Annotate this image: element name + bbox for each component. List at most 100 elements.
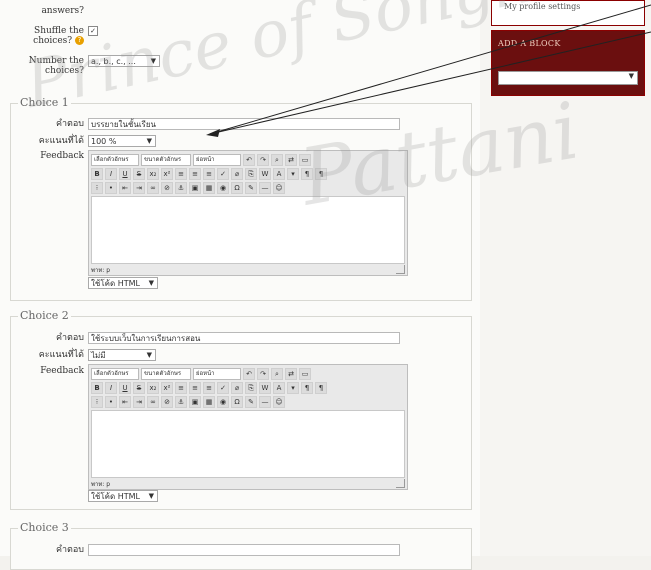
help-icon[interactable]: ? xyxy=(75,36,84,45)
outdent-icon[interactable]: ⇤ xyxy=(119,395,131,408)
undo-icon[interactable]: ↶ xyxy=(243,153,255,166)
page: answers? Shuffle the choices? ? ✓ Number… xyxy=(0,0,651,570)
choice-2-grade-label: คะแนนที่ได้ xyxy=(38,350,84,360)
bold-icon[interactable]: B xyxy=(91,167,103,180)
paste-icon[interactable]: ⎘ xyxy=(245,167,257,180)
link-icon[interactable]: ∞ xyxy=(147,181,159,194)
add-block-select[interactable]: ▼ xyxy=(498,71,638,85)
spellcheck-icon[interactable]: ✎ xyxy=(245,181,257,194)
replace-icon[interactable]: ⇄ xyxy=(285,153,297,166)
paste-word-icon[interactable]: W xyxy=(259,381,271,394)
unlink-icon[interactable]: ⊘ xyxy=(161,181,173,194)
choice-2-grade-select[interactable]: ไม่มี ▼ xyxy=(88,349,156,361)
special-char-icon[interactable]: Ω xyxy=(231,181,243,194)
numbered-list-icon[interactable]: ⁝ xyxy=(91,181,103,194)
superscript-icon[interactable]: x² xyxy=(161,167,173,180)
italic-icon[interactable]: I xyxy=(105,167,117,180)
bold-icon[interactable]: B xyxy=(91,381,103,394)
cleanup-icon[interactable]: ⌀ xyxy=(231,167,243,180)
replace-icon[interactable]: ⇄ xyxy=(285,367,297,380)
emoticon-icon[interactable]: ☺ xyxy=(273,181,285,194)
image-icon[interactable]: ▣ xyxy=(189,395,201,408)
find-icon[interactable]: ⌕ xyxy=(271,367,283,380)
anchor-icon[interactable]: ⚓ xyxy=(175,181,187,194)
font-family-select[interactable]: เลือกตัวอักษร xyxy=(91,153,139,166)
superscript-icon[interactable]: x² xyxy=(161,381,173,394)
choice-2-feedback-editor-area[interactable] xyxy=(91,410,405,478)
anchor-icon[interactable]: ⚓ xyxy=(175,395,187,408)
font-size-select[interactable]: ขนาดตัวอักษร xyxy=(141,153,191,166)
strikethrough-icon[interactable]: S xyxy=(133,381,145,394)
table-icon[interactable]: ▦ xyxy=(203,395,215,408)
align-left-icon[interactable]: ≡ xyxy=(175,381,187,394)
choice-1-answer-input[interactable]: บรรยายในชั้นเรียน xyxy=(88,118,400,130)
bg-color-icon[interactable]: ▾ xyxy=(287,167,299,180)
clean-icon[interactable]: ✓ xyxy=(217,381,229,394)
ltr-icon[interactable]: ¶ xyxy=(301,167,313,180)
bullet-list-icon[interactable]: • xyxy=(105,395,117,408)
image-icon[interactable]: ▣ xyxy=(189,181,201,194)
unlink-icon[interactable]: ⊘ xyxy=(161,395,173,408)
fullscreen-icon[interactable]: ▭ xyxy=(299,367,311,380)
choice-1-grade-select[interactable]: 100 % ▼ xyxy=(88,135,156,147)
media-icon[interactable]: ◉ xyxy=(217,181,229,194)
choice-1-format-select[interactable]: ใช้โค้ด HTML ▼ xyxy=(88,277,158,289)
emoticon-icon[interactable]: ☺ xyxy=(273,395,285,408)
redo-icon[interactable]: ↷ xyxy=(257,367,269,380)
text-color-icon[interactable]: A xyxy=(273,167,285,180)
indent-icon[interactable]: ⇥ xyxy=(133,181,145,194)
cleanup-icon[interactable]: ⌀ xyxy=(231,381,243,394)
underline-icon[interactable]: U xyxy=(119,381,131,394)
choice-2-answer-input[interactable]: ใช้ระบบเว็บในการเรียนการสอน xyxy=(88,332,400,344)
paste-word-icon[interactable]: W xyxy=(259,167,271,180)
text-color-icon[interactable]: A xyxy=(273,381,285,394)
align-right-icon[interactable]: ≡ xyxy=(203,167,215,180)
outdent-icon[interactable]: ⇤ xyxy=(119,181,131,194)
link-icon[interactable]: ∞ xyxy=(147,395,159,408)
find-icon[interactable]: ⌕ xyxy=(271,153,283,166)
choice-3-answer-input[interactable] xyxy=(88,544,400,556)
underline-icon[interactable]: U xyxy=(119,167,131,180)
fullscreen-icon[interactable]: ▭ xyxy=(299,153,311,166)
italic-icon[interactable]: I xyxy=(105,381,117,394)
special-char-icon[interactable]: Ω xyxy=(231,395,243,408)
media-icon[interactable]: ◉ xyxy=(217,395,229,408)
nolink-icon[interactable]: — xyxy=(259,395,271,408)
redo-icon[interactable]: ↷ xyxy=(257,153,269,166)
choice-2-format-select[interactable]: ใช้โค้ด HTML ▼ xyxy=(88,490,158,502)
shuffle-checkbox[interactable]: ✓ xyxy=(88,26,98,37)
ltr-icon[interactable]: ¶ xyxy=(301,381,313,394)
clean-icon[interactable]: ✓ xyxy=(217,167,229,180)
subscript-icon[interactable]: x₂ xyxy=(147,167,159,180)
chevron-down-icon: ▼ xyxy=(628,72,634,80)
indent-icon[interactable]: ⇥ xyxy=(133,395,145,408)
undo-icon[interactable]: ↶ xyxy=(243,367,255,380)
choice-2-answer-label: คำตอบ xyxy=(55,333,84,343)
table-icon[interactable]: ▦ xyxy=(203,181,215,194)
rtl-icon[interactable]: ¶ xyxy=(315,167,327,180)
align-right-icon[interactable]: ≡ xyxy=(203,381,215,394)
strikethrough-icon[interactable]: S xyxy=(133,167,145,180)
heading-select[interactable]: ย่อหน้า xyxy=(193,367,241,380)
resize-handle-icon[interactable] xyxy=(396,265,405,274)
number-choices-select[interactable]: a., b., c., ... ▼ xyxy=(88,55,160,67)
spellcheck-icon[interactable]: ✎ xyxy=(245,395,257,408)
rtl-icon[interactable]: ¶ xyxy=(315,381,327,394)
shuffle-label-text: choices? xyxy=(33,36,73,46)
heading-select[interactable]: ย่อหน้า xyxy=(193,153,241,166)
nolink-icon[interactable]: — xyxy=(259,181,271,194)
align-center-icon[interactable]: ≡ xyxy=(189,381,201,394)
font-family-select[interactable]: เลือกตัวอักษร xyxy=(91,367,139,380)
choice-1-format-value: ใช้โค้ด HTML xyxy=(91,279,140,288)
subscript-icon[interactable]: x₂ xyxy=(147,381,159,394)
bullet-list-icon[interactable]: • xyxy=(105,181,117,194)
align-left-icon[interactable]: ≡ xyxy=(175,167,187,180)
resize-handle-icon[interactable] xyxy=(396,479,405,488)
font-size-select[interactable]: ขนาดตัวอักษร xyxy=(141,367,191,380)
bg-color-icon[interactable]: ▾ xyxy=(287,381,299,394)
profile-settings-link[interactable]: My profile settings xyxy=(504,2,580,11)
align-center-icon[interactable]: ≡ xyxy=(189,167,201,180)
paste-icon[interactable]: ⎘ xyxy=(245,381,257,394)
choice-1-feedback-editor-area[interactable] xyxy=(91,196,405,264)
numbered-list-icon[interactable]: ⁝ xyxy=(91,395,103,408)
